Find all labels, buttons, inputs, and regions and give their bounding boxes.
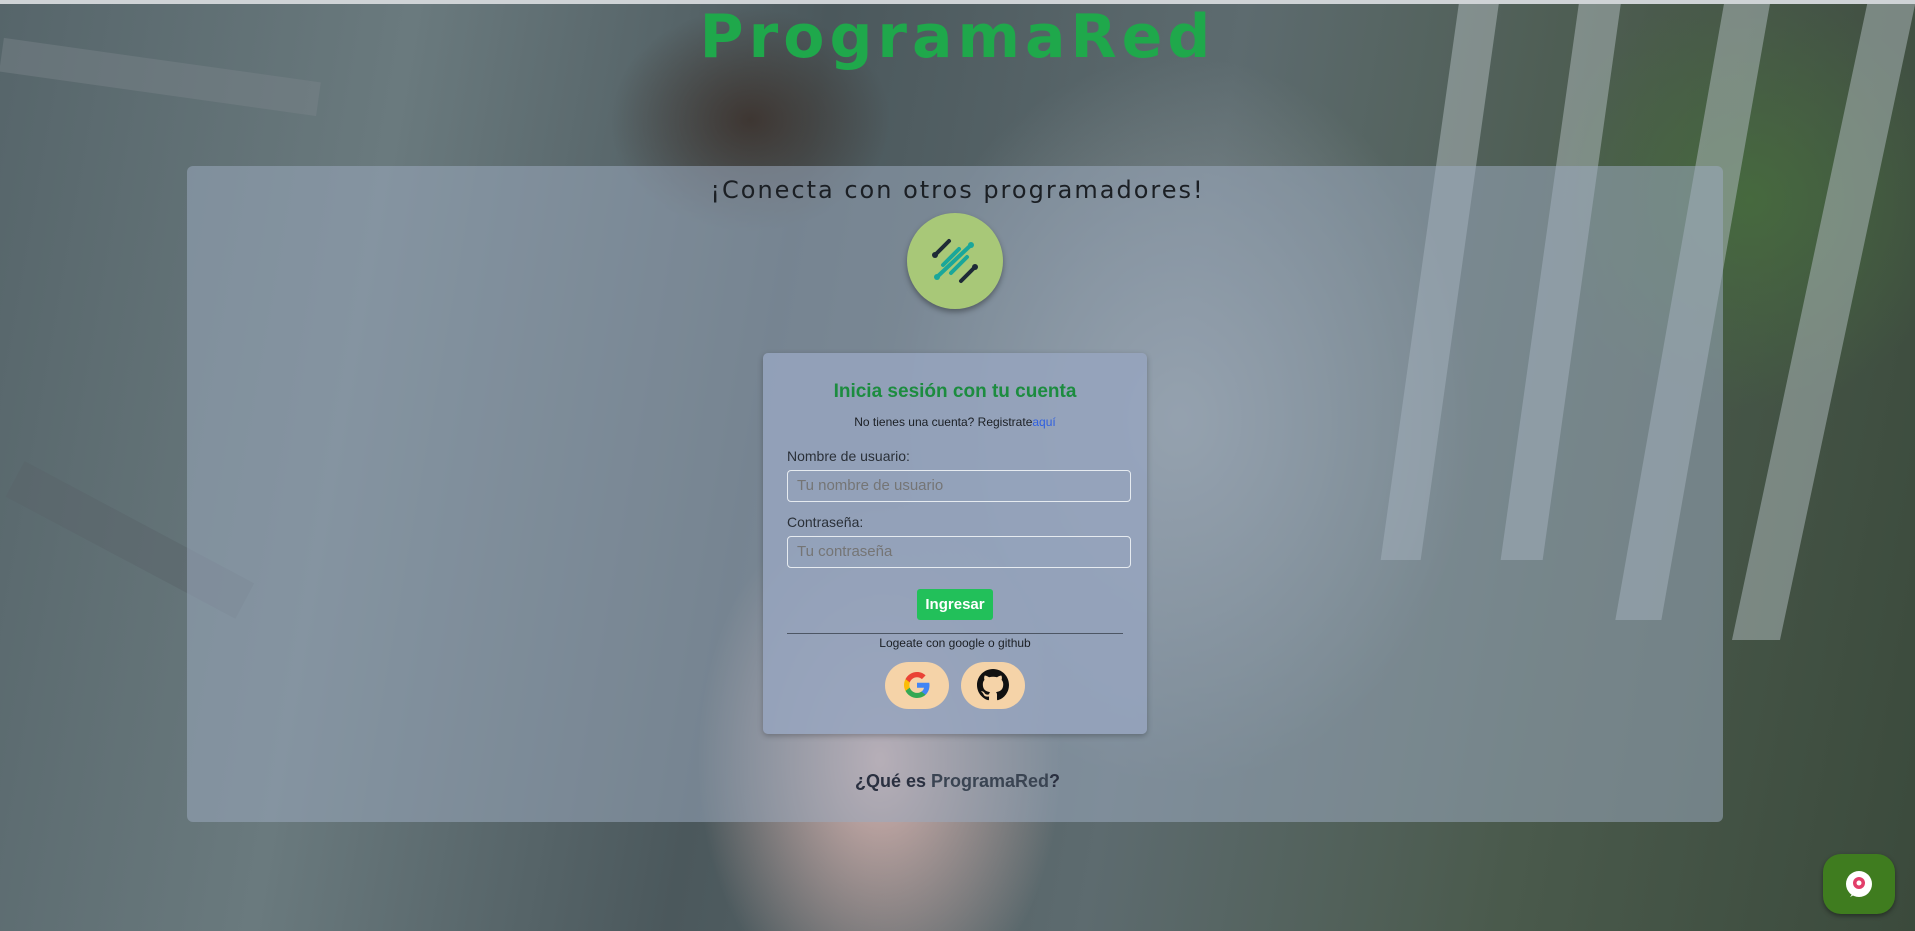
- password-input[interactable]: [787, 536, 1131, 568]
- about-brand: ProgramaRed: [930, 771, 1050, 791]
- about-prefix: ¿Qué es: [854, 771, 931, 791]
- register-link[interactable]: aquí: [1032, 415, 1055, 429]
- chat-widget-button[interactable]: [1823, 854, 1895, 914]
- brand-title: ProgramaRed: [699, 2, 1216, 72]
- login-title: Inicia sesión con tu cuenta: [833, 381, 1077, 402]
- login-button[interactable]: Ingresar: [917, 589, 993, 620]
- hero-tagline: ¡Conecta con otros programadores!: [710, 176, 1205, 204]
- username-label: Nombre de usuario:: [787, 448, 910, 464]
- divider: [787, 633, 1123, 634]
- register-prompt-text: No tienes una cuenta? Registrate: [854, 415, 1033, 429]
- login-card: Inicia sesión con tu cuenta No tienes un…: [763, 353, 1147, 734]
- github-login-button[interactable]: [961, 662, 1025, 709]
- about-link[interactable]: ¿Qué es ProgramaRed?: [0, 771, 1915, 792]
- about-suffix: ?: [1049, 771, 1061, 791]
- username-input[interactable]: [787, 470, 1131, 502]
- google-login-button[interactable]: [885, 662, 949, 709]
- logo-icon: [907, 213, 1003, 309]
- password-label: Contraseña:: [787, 514, 864, 530]
- register-prompt: No tienes una cuenta? Registrateaquí: [763, 415, 1147, 429]
- social-login-text: Logeate con google o github: [879, 636, 1031, 650]
